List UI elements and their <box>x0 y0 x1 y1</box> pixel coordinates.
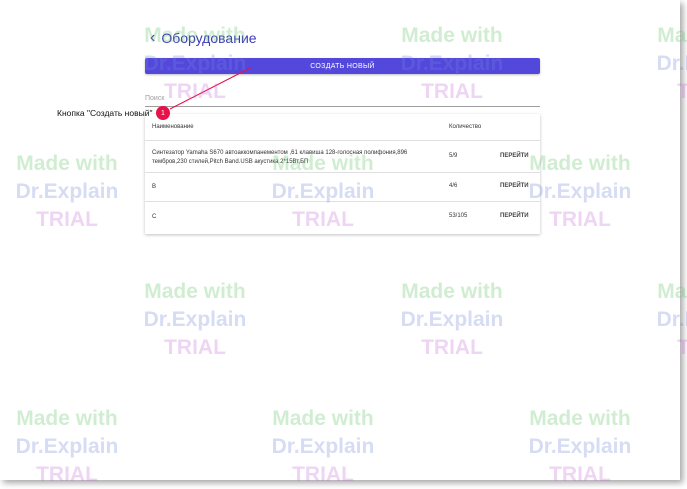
watermark: Made withDr.ExplainTRIAL <box>656 24 687 103</box>
watermark: Made withDr.ExplainTRIAL <box>15 152 119 231</box>
column-header-quantity: Количество <box>449 124 482 130</box>
callout-marker: 1 <box>156 106 170 120</box>
row-quantity: 53/105 <box>449 213 468 219</box>
table-header: Наименование Количество <box>145 114 540 141</box>
watermark: Made withDr.ExplainTRIAL <box>528 152 632 231</box>
row-quantity: 5/9 <box>449 153 458 159</box>
watermark: Made withDr.ExplainTRIAL <box>400 280 504 359</box>
watermark: Made withDr.ExplainTRIAL <box>271 407 375 486</box>
watermark: Made withDr.ExplainTRIAL <box>15 407 119 486</box>
watermark: Made withDr.ExplainTRIAL <box>143 24 247 103</box>
watermark: Made withDr.ExplainTRIAL <box>400 24 504 103</box>
watermark: Made withDr.ExplainTRIAL <box>656 280 687 359</box>
row-quantity: 4/6 <box>449 183 458 189</box>
watermark: Made withDr.ExplainTRIAL <box>528 407 632 486</box>
callout-label: Кнопка "Создать новый" <box>57 108 153 118</box>
watermark: Made withDr.ExplainTRIAL <box>271 152 375 231</box>
column-header-name: Наименование <box>152 124 194 130</box>
watermark: Made withDr.ExplainTRIAL <box>143 280 247 359</box>
